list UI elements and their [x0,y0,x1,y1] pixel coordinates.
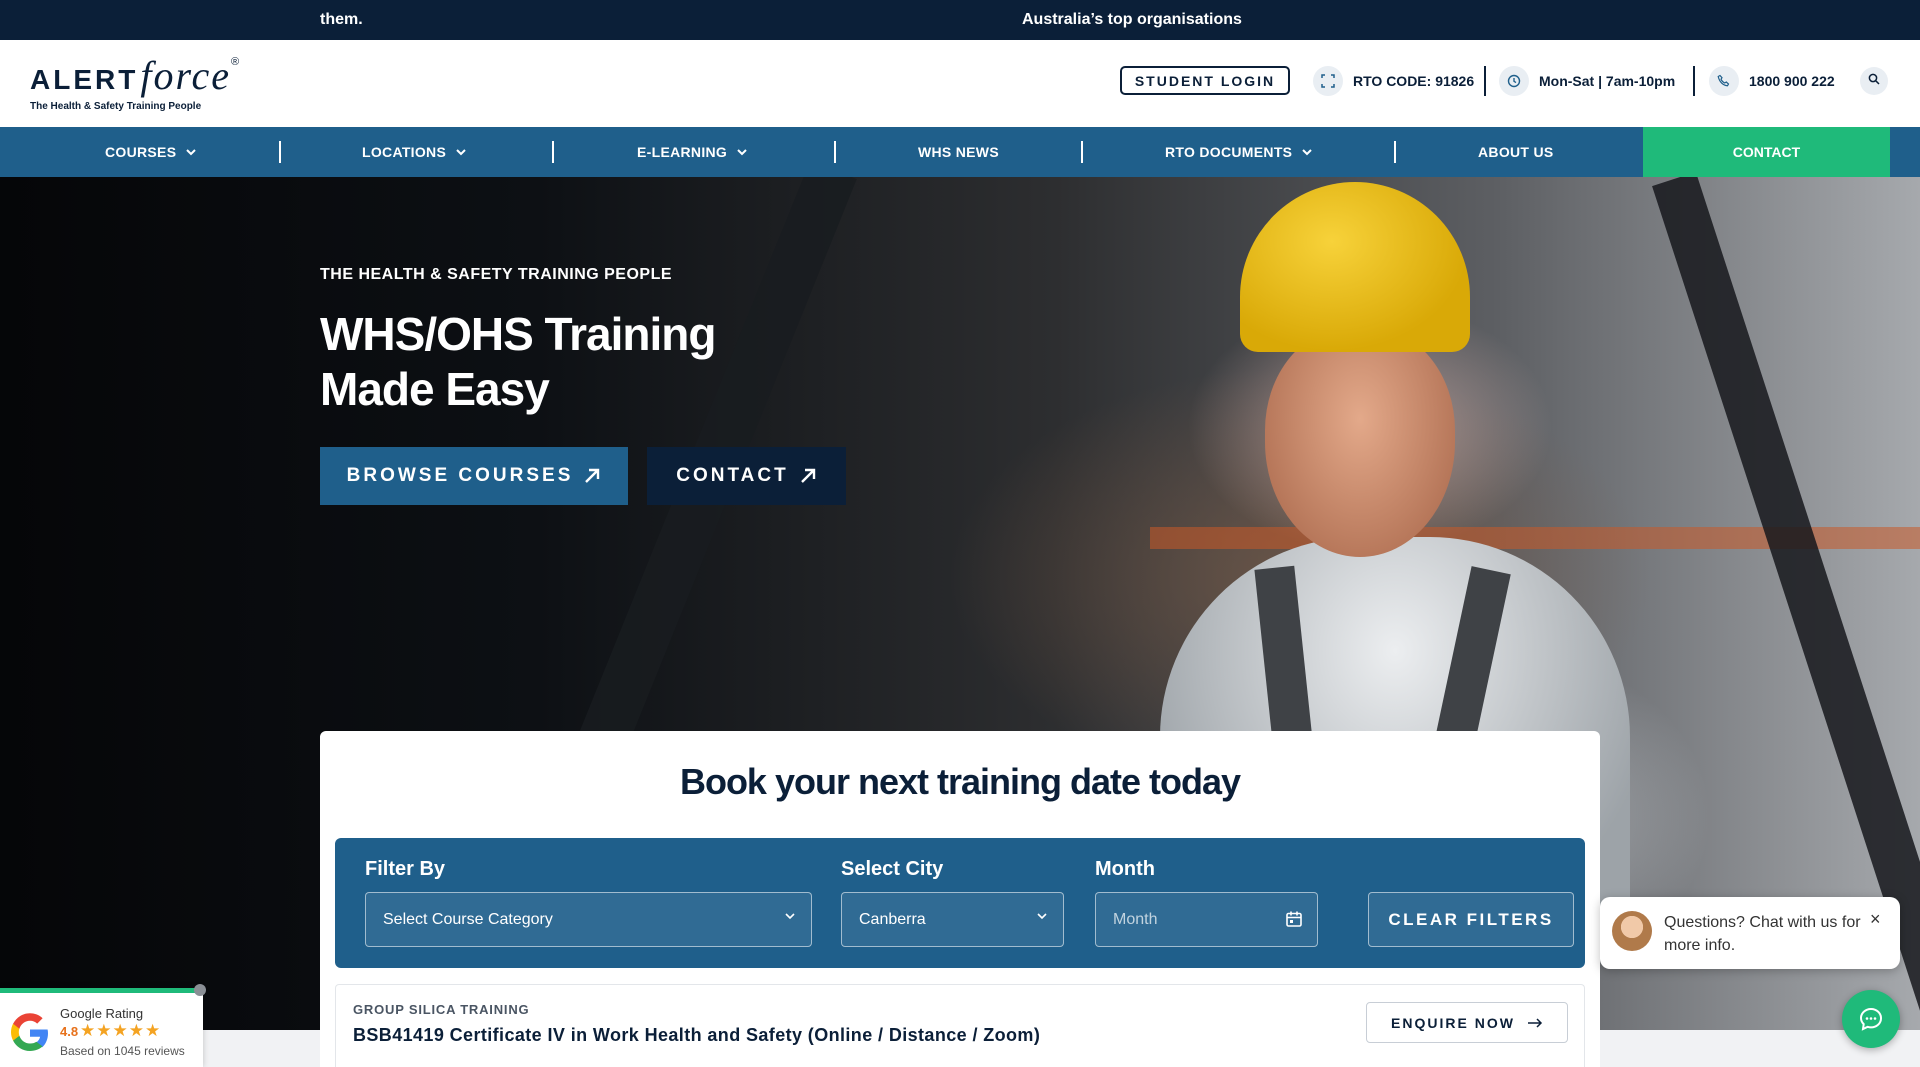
logo-tagline: The Health & Safety Training People [30,101,202,112]
enquire-now-label: ENQUIRE NOW [1391,1014,1515,1031]
arrow-up-right-icon [585,468,600,483]
calendar-icon [1286,911,1302,927]
hero-eyebrow: THE HEALTH & SAFETY TRAINING PEOPLE [320,266,673,283]
nav-divider [552,141,554,163]
header-divider [1693,66,1695,96]
rating-stars: ★★★★★ [80,1021,162,1040]
hero-contact-label: CONTACT [676,465,789,486]
student-login-button[interactable]: STUDENT LOGIN [1120,66,1290,95]
nav-item-label: ABOUT US [1478,144,1554,160]
chat-popup[interactable]: Questions? Chat with us for more info. × [1600,897,1900,969]
worker-face [1265,327,1455,557]
rto-badge-icon [1313,66,1343,96]
phone-icon [1709,66,1739,96]
arrow-up-right-icon [800,468,815,483]
chevron-down-icon [1037,913,1047,920]
filter-bar: Filter By Select Course Category Select … [335,838,1585,968]
ticker-text-left: them. [320,11,363,28]
nav-divider [1394,141,1396,163]
logo-registered-mark: ® [231,56,240,68]
chevron-down-icon [737,148,747,155]
month-label: Month [1095,858,1155,880]
chevron-down-icon [456,148,466,155]
site-header: ALERT force ® The Health & Safety Traini… [0,40,1920,127]
rto-code-text: RTO CODE: 91826 [1353,73,1475,89]
month-input[interactable]: Month [1095,892,1318,947]
course-list-item: GROUP SILICA TRAINING BSB41419 Certifica… [335,984,1585,1067]
arrow-right-icon [1527,1017,1542,1028]
nav-item-label: WHS NEWS [918,144,999,160]
clear-filters-button[interactable]: CLEAR FILTERS [1368,892,1574,947]
nav-item-locations[interactable]: LOCATIONS [362,127,466,177]
main-nav: COURSES LOCATIONS E-LEARNING WHS NEWS RT… [0,127,1920,177]
booking-title: Book your next training date today [679,761,1241,802]
header-divider [1484,66,1486,96]
nav-item-courses[interactable]: COURSES [105,127,197,177]
agent-avatar [1612,911,1652,951]
clock-icon [1499,66,1529,96]
nav-divider [1081,141,1083,163]
search-icon [1868,72,1880,90]
phone-text[interactable]: 1800 900 222 [1749,73,1835,89]
course-category-select[interactable]: Select Course Category [365,892,812,947]
phone-info[interactable]: 1800 900 222 [1709,66,1835,96]
google-rating-badge[interactable]: Google Rating 4.8 ★★★★★ Based on 1045 re… [0,984,206,1067]
announcement-ticker: them. Australia’s top organisations [0,0,1920,40]
nav-item-label: E-LEARNING [637,144,728,160]
alertforce-logo[interactable]: ALERT force ® The Health & Safety Traini… [30,52,239,112]
browse-courses-button[interactable]: BROWSE COURSES [320,447,628,505]
browse-courses-label: BROWSE COURSES [346,465,574,486]
enquire-now-button[interactable]: ENQUIRE NOW [1366,1002,1568,1043]
nav-divider [834,141,836,163]
rto-code-info: RTO CODE: 91826 [1313,66,1474,96]
nav-item-rto-documents[interactable]: RTO DOCUMENTS [1165,127,1313,177]
google-review-count: Based on 1045 reviews [60,1044,185,1058]
nav-contact-button[interactable]: CONTACT [1643,127,1890,177]
filter-by-label: Filter By [365,858,446,880]
chevron-down-icon [186,148,197,155]
badge-close-dot[interactable] [194,984,206,996]
search-button[interactable] [1860,67,1888,95]
nav-item-label: LOCATIONS [362,144,447,160]
logo-word-alert: ALERT [30,64,139,95]
google-rating-label: Google Rating [60,1006,144,1021]
ticker-text-right: Australia’s top organisations [1022,11,1242,28]
chevron-down-icon [1302,148,1313,155]
nav-item-label: RTO DOCUMENTS [1165,144,1293,160]
chevron-down-icon [785,913,795,920]
chat-message: Questions? Chat with us for more info. [1664,914,1861,954]
course-category-value: Select Course Category [383,910,553,928]
city-select[interactable]: Canberra [841,892,1064,947]
google-rating-score: 4.8 [60,1024,79,1039]
chat-icon [1859,1007,1883,1031]
course-category: GROUP SILICA TRAINING [353,1002,530,1017]
google-icon [11,1013,48,1051]
chat-launcher-button[interactable] [1842,990,1900,1048]
month-placeholder: Month [1113,910,1158,928]
hours-text: Mon-Sat | 7am-10pm [1539,73,1676,89]
nav-divider [279,141,281,163]
nav-item-about-us[interactable]: ABOUT US [1478,127,1554,177]
hours-info: Mon-Sat | 7am-10pm [1499,66,1675,96]
nav-item-whs-news[interactable]: WHS NEWS [918,127,999,177]
hero-headline: WHS/OHS Training Made Easy [320,308,716,415]
nav-item-e-learning[interactable]: E-LEARNING [637,127,747,177]
course-title[interactable]: BSB41419 Certificate IV in Work Health a… [353,1025,1040,1046]
nav-item-label: COURSES [105,144,177,160]
booking-panel: Book your next training date today Filte… [320,731,1600,1067]
logo-word-force: force [140,53,232,98]
city-value: Canberra [859,910,926,928]
select-city-label: Select City [841,858,944,880]
hard-hat [1240,182,1470,352]
hero-contact-button[interactable]: CONTACT [647,447,846,505]
close-icon[interactable]: × [1870,909,1881,930]
